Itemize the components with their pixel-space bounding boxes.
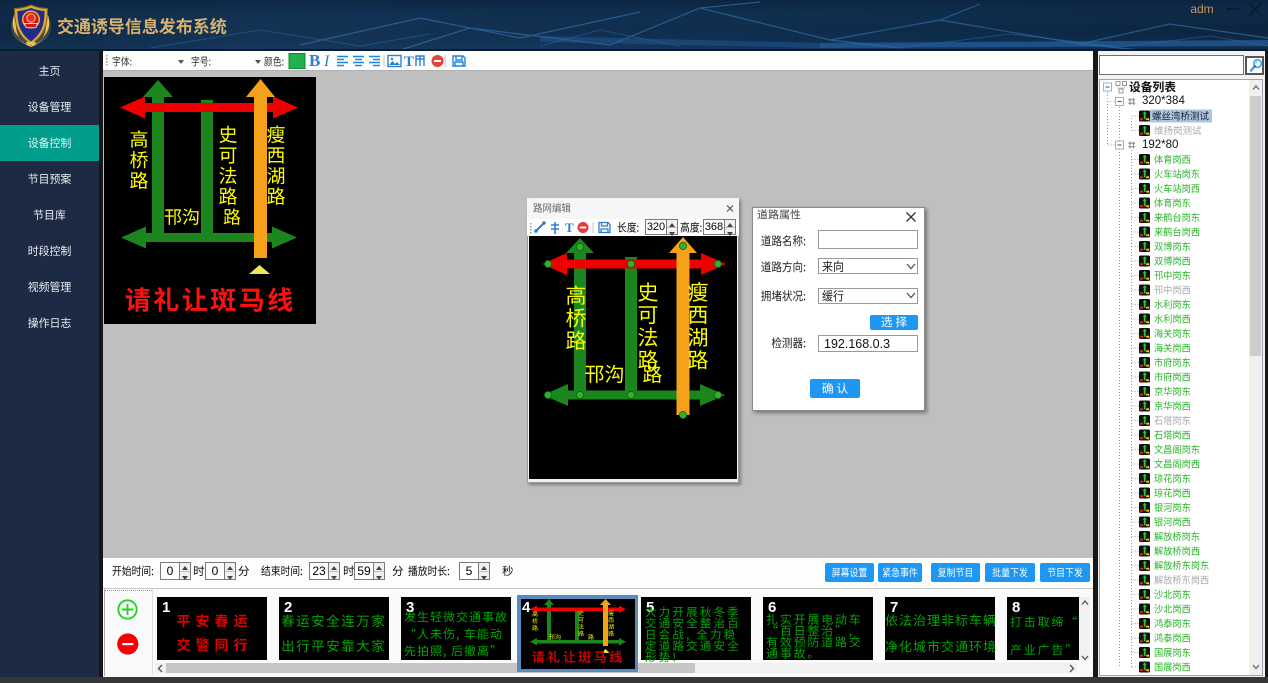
- svg-text:T: T: [565, 220, 574, 235]
- svg-text:T: T: [404, 54, 414, 70]
- svg-text:B: B: [309, 51, 320, 70]
- svg-text:I: I: [323, 53, 330, 70]
